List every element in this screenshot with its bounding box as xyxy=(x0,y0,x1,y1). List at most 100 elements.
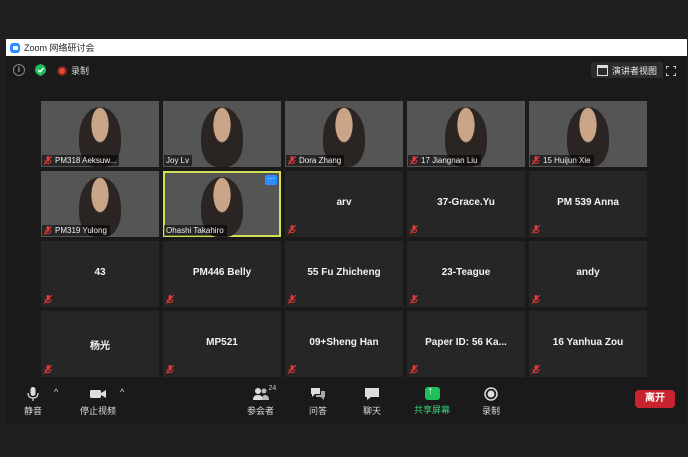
participant-tile[interactable]: 37-Grace.Yu xyxy=(407,171,525,237)
participant-tile[interactable]: PM318 Aeksuw... xyxy=(41,101,159,167)
participant-video xyxy=(201,107,243,167)
participant-name: Paper ID: 56 Ka... xyxy=(425,337,507,348)
participant-name: 杨光 xyxy=(90,341,110,352)
outer-frame-top xyxy=(0,0,688,38)
speaker-view-label: 演讲者视图 xyxy=(612,65,658,76)
participant-name: andy xyxy=(576,267,600,278)
participant-name: Ohashi Takahiro xyxy=(166,226,224,235)
participant-tile[interactable]: 15 Huijun Xie xyxy=(529,101,647,167)
stop-video-button[interactable]: 停止视频 xyxy=(80,387,116,417)
participant-name: arv xyxy=(336,197,352,208)
muted-microphone-icon xyxy=(410,225,418,234)
muted-microphone-icon xyxy=(166,365,174,374)
muted-microphone-icon xyxy=(410,365,418,374)
meeting-toolbar: 静音 ^ 停止视频 ^ 24 参会者 问答 聊天 ↑ 共享屏幕 录制 离开 xyxy=(6,383,687,423)
chat-button[interactable]: 聊天 xyxy=(363,387,381,417)
participant-name: 43 xyxy=(94,267,106,278)
qa-label: 问答 xyxy=(309,406,328,416)
video-options-chevron-icon[interactable]: ^ xyxy=(120,387,124,397)
outer-frame-bottom xyxy=(0,423,688,457)
muted-microphone-icon xyxy=(44,365,52,374)
participant-name: 37-Grace.Yu xyxy=(437,197,495,208)
window-titlebar: Zoom 网络研讨会 xyxy=(6,39,687,56)
meeting-topbar: i 录制 演讲者视图 xyxy=(6,56,687,84)
participant-tile[interactable]: andy xyxy=(529,241,647,307)
share-screen-button[interactable]: 共享屏幕 xyxy=(414,385,451,416)
participant-tile[interactable]: 09+Sheng Han xyxy=(285,311,403,377)
muted-microphone-icon xyxy=(44,295,52,304)
zoom-logo-icon xyxy=(10,42,20,53)
record-label: 录制 xyxy=(482,406,501,416)
participant-tile[interactable]: Paper ID: 56 Ka... xyxy=(407,311,525,377)
participant-tile[interactable]: PM319 Yulong xyxy=(41,171,159,237)
encryption-shield-icon[interactable] xyxy=(35,64,46,76)
participant-tile[interactable]: PM446 Belly xyxy=(163,241,281,307)
muted-microphone-icon xyxy=(288,365,296,374)
window-title: Zoom 网络研讨会 xyxy=(24,43,95,53)
participant-name: PM318 Aeksuw... xyxy=(55,156,117,165)
participant-tile[interactable]: 17 Jiangnan Liu xyxy=(407,101,525,167)
speaker-view-button[interactable]: 演讲者视图 xyxy=(591,62,664,78)
participant-tile[interactable]: MP521 xyxy=(163,311,281,377)
microphone-icon xyxy=(25,387,41,401)
muted-microphone-icon xyxy=(532,225,540,234)
muted-microphone-icon xyxy=(44,156,52,165)
meeting-window: i 录制 演讲者视图 PM318 Aeksuw... Joy Lv Dora Zha… xyxy=(6,56,687,423)
participant-name: Joy Lv xyxy=(166,156,190,165)
speaker-view-icon xyxy=(597,64,608,76)
participants-icon: 24 xyxy=(252,385,276,401)
participant-name: PM 539 Anna xyxy=(557,197,619,208)
participant-name: 23-Teague xyxy=(441,267,491,278)
share-screen-label: 共享屏幕 xyxy=(414,405,451,415)
participant-name-label: Ohashi Takahiro xyxy=(164,225,227,236)
more-options-button[interactable]: ··· xyxy=(265,175,277,185)
participant-tile[interactable]: Dora Zhang xyxy=(285,101,403,167)
participant-name: 09+Sheng Han xyxy=(309,337,379,348)
participant-tile[interactable]: Ohashi Takahiro ··· xyxy=(163,171,281,237)
participants-label: 参会者 xyxy=(247,406,275,416)
participant-name-label: Joy Lv xyxy=(164,155,193,166)
participant-name-label: 17 Jiangnan Liu xyxy=(408,155,481,166)
participant-name: PM319 Yulong xyxy=(55,226,107,235)
record-button[interactable]: 录制 xyxy=(482,387,500,417)
qa-icon xyxy=(310,387,326,401)
participant-tile[interactable]: 43 xyxy=(41,241,159,307)
participant-tile[interactable]: arv xyxy=(285,171,403,237)
muted-microphone-icon xyxy=(532,295,540,304)
qa-button[interactable]: 问答 xyxy=(309,387,327,417)
participant-name: MP521 xyxy=(206,337,238,348)
share-screen-icon xyxy=(424,385,440,400)
participant-name-label: PM318 Aeksuw... xyxy=(42,155,120,166)
chat-label: 聊天 xyxy=(363,406,382,416)
muted-microphone-icon xyxy=(44,226,52,235)
participant-tile[interactable]: 55 Fu Zhicheng xyxy=(285,241,403,307)
muted-microphone-icon xyxy=(288,295,296,304)
participant-name: 15 Huijun Xie xyxy=(543,156,591,165)
participant-tile[interactable]: Joy Lv xyxy=(163,101,281,167)
participant-name-label: 15 Huijun Xie xyxy=(530,155,594,166)
muted-microphone-icon xyxy=(288,156,296,165)
participant-name: 17 Jiangnan Liu xyxy=(421,156,478,165)
recording-label: 录制 xyxy=(71,66,90,76)
mute-button[interactable]: 静音 xyxy=(24,387,42,417)
participant-tile[interactable]: 16 Yanhua Zou xyxy=(529,311,647,377)
recording-icon xyxy=(57,66,67,76)
record-icon xyxy=(483,387,499,401)
fullscreen-icon[interactable] xyxy=(666,66,676,76)
participant-tile[interactable]: 23-Teague xyxy=(407,241,525,307)
muted-microphone-icon xyxy=(410,295,418,304)
leave-button[interactable]: 离开 xyxy=(635,390,675,408)
chat-icon xyxy=(364,387,380,401)
stop-video-label: 停止视频 xyxy=(80,406,117,416)
participants-button[interactable]: 24 参会者 xyxy=(247,385,276,417)
participants-count: 24 xyxy=(268,385,277,392)
participant-name: 16 Yanhua Zou xyxy=(552,337,624,348)
audio-options-chevron-icon[interactable]: ^ xyxy=(54,387,58,397)
muted-microphone-icon xyxy=(532,156,540,165)
muted-microphone-icon xyxy=(532,365,540,374)
info-icon[interactable]: i xyxy=(13,64,25,76)
participant-tile[interactable]: PM 539 Anna xyxy=(529,171,647,237)
participant-name: PM446 Belly xyxy=(192,267,252,278)
participant-tile[interactable]: 杨光 xyxy=(41,311,159,377)
participant-name-label: PM319 Yulong xyxy=(42,225,110,236)
